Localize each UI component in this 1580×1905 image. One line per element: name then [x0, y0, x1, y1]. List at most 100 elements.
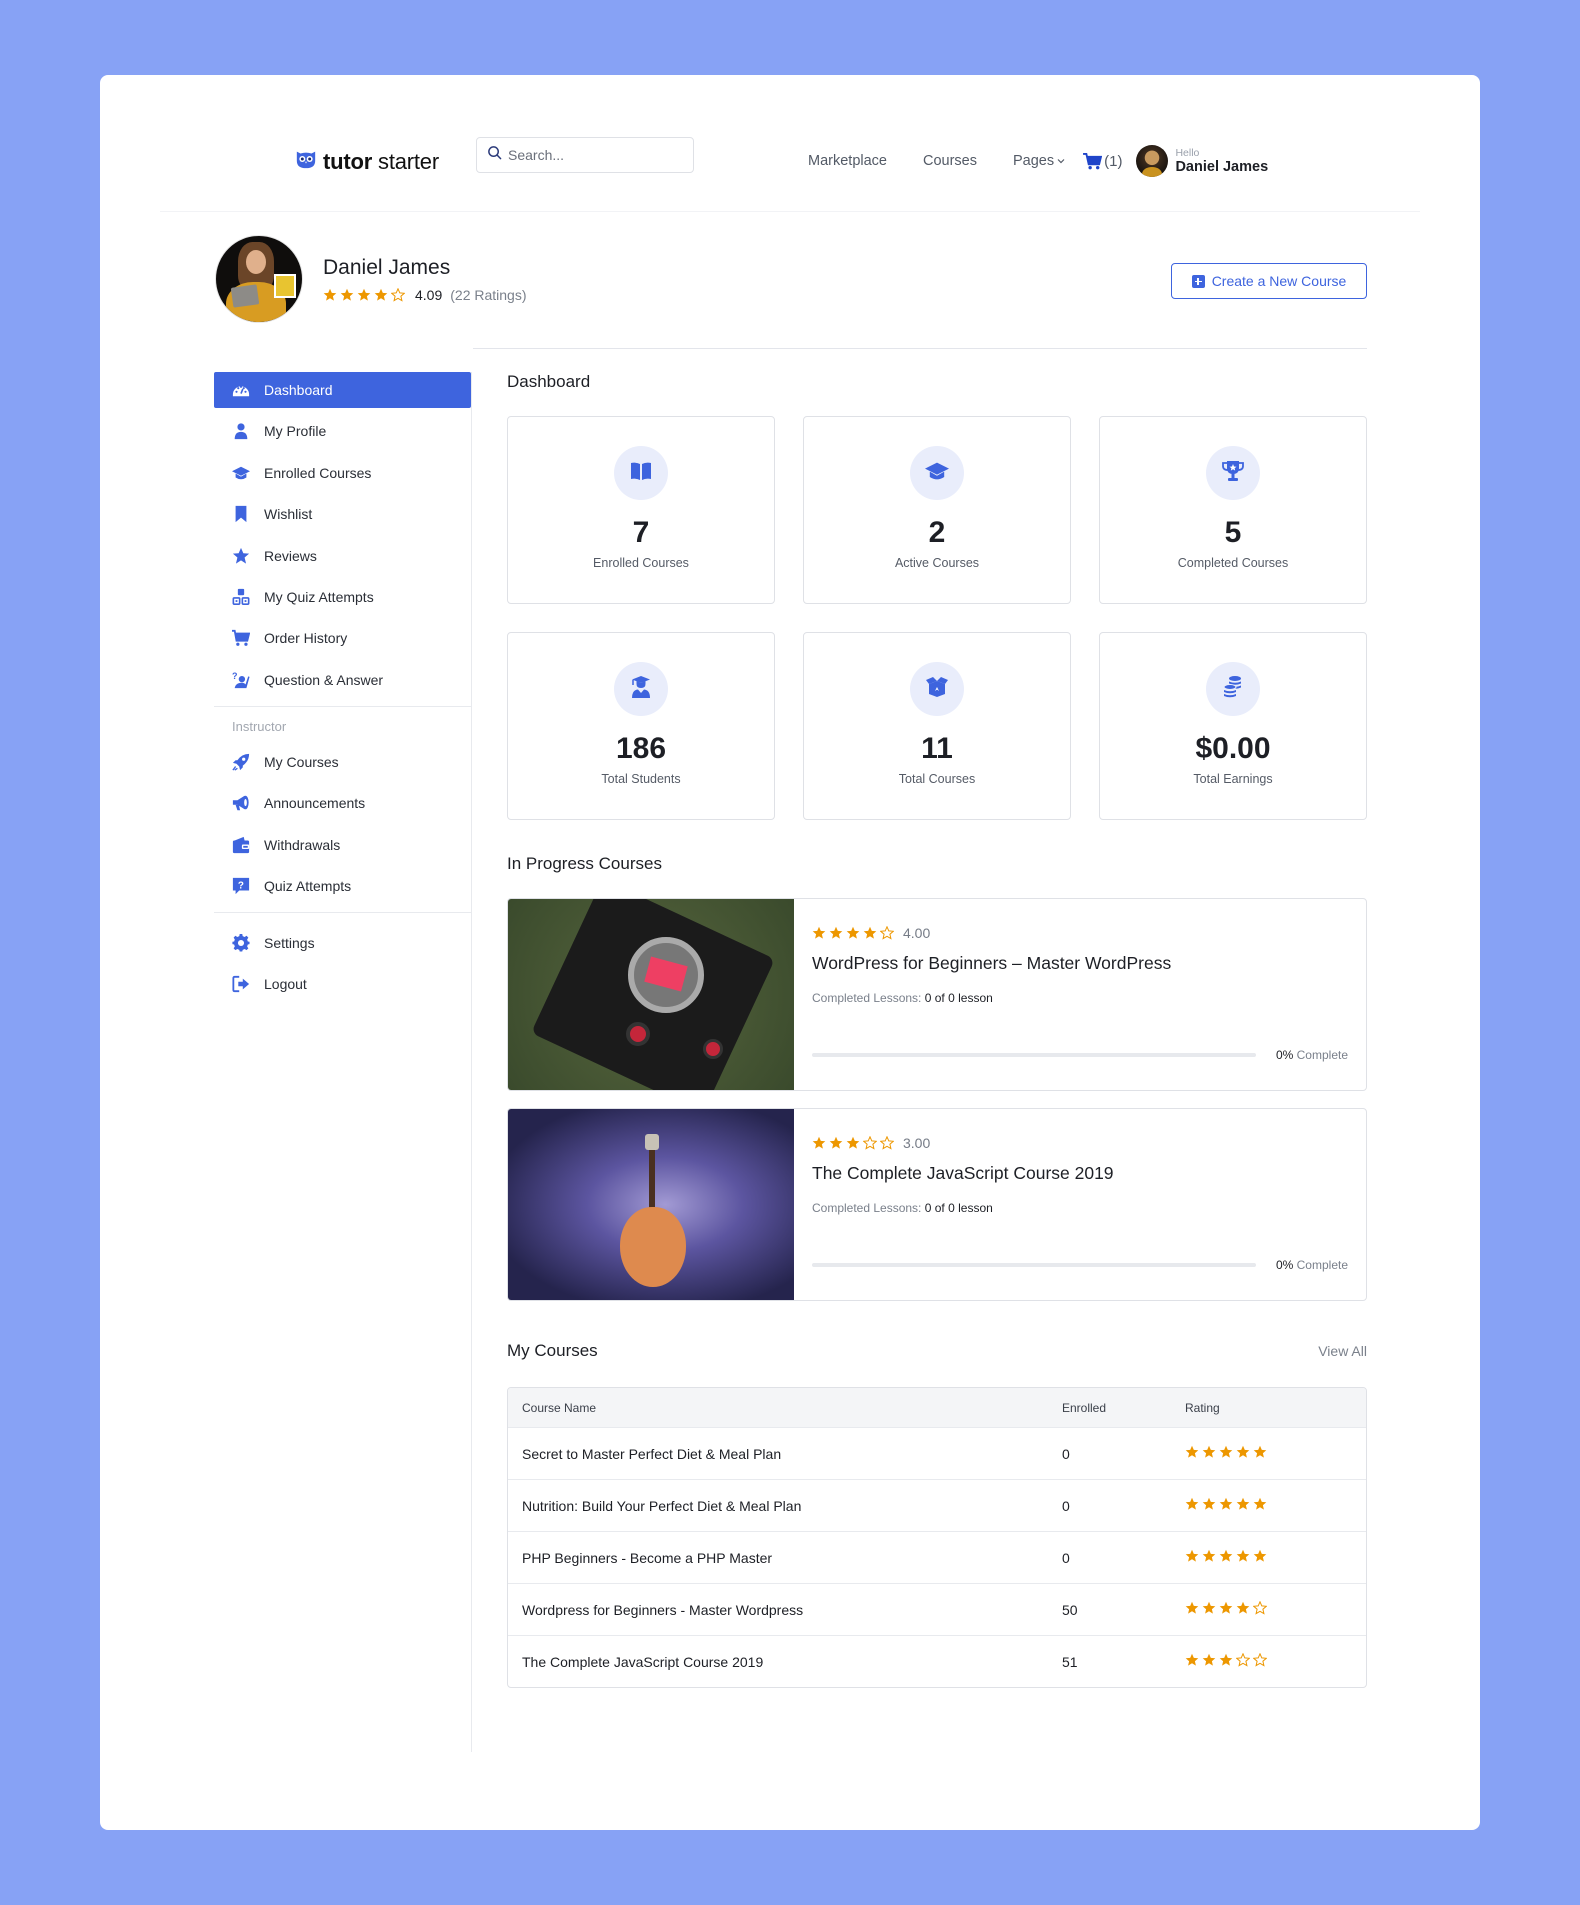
table-row[interactable]: Wordpress for Beginners - Master Wordpre… [508, 1583, 1366, 1635]
enrolled-count: 51 [1062, 1653, 1078, 1670]
sidebar: Dashboard My Profile Enrolled Courses Wi… [214, 372, 472, 1752]
star-filled-icon [1185, 1497, 1199, 1510]
star-filled-icon [1202, 1445, 1216, 1458]
user-name: Daniel James [1175, 158, 1269, 175]
question-box-icon: ? [232, 877, 250, 895]
course-thumbnail[interactable] [508, 1109, 794, 1300]
stats-grid: 7 Enrolled Courses 2 Active Courses 5 Co… [507, 416, 1367, 820]
sidebar-item-wishlist[interactable]: Wishlist [214, 496, 471, 532]
sidebar-item-dashboard[interactable]: Dashboard [214, 372, 471, 408]
sidebar-item-withdrawals[interactable]: Withdrawals [214, 827, 471, 863]
dashboard-title: Dashboard [507, 372, 591, 391]
in-progress-course-card: 4.00 WordPress for Beginners – Master Wo… [507, 898, 1367, 1091]
nav-marketplace[interactable]: Marketplace [808, 153, 887, 169]
nav-courses[interactable]: Courses [923, 153, 977, 169]
sidebar-item-logout[interactable]: Logout [214, 966, 471, 1002]
nav-pages[interactable]: Pages [1013, 153, 1065, 169]
sidebar-item-announcements[interactable]: Announcements [214, 785, 471, 821]
progress-bar [812, 1263, 1256, 1267]
star-filled-icon [340, 288, 354, 301]
course-title[interactable]: WordPress for Beginners – Master WordPre… [812, 953, 1348, 974]
cart-count: (1) [1104, 152, 1123, 170]
avatar [1136, 145, 1169, 177]
course-name[interactable]: PHP Beginners - Become a PHP Master [522, 1550, 1062, 1566]
stat-value: 7 [632, 516, 650, 549]
stat-label: Enrolled Courses [593, 556, 689, 570]
star-empty-icon [863, 1136, 877, 1150]
stat-label: Total Students [601, 772, 681, 786]
star-empty-icon [1253, 1653, 1267, 1667]
stat-label: Total Earnings [1193, 772, 1273, 786]
course-name[interactable]: Nutrition: Build Your Perfect Diet & Mea… [522, 1498, 1062, 1514]
course-name[interactable]: The Complete JavaScript Course 2019 [522, 1654, 1062, 1670]
sidebar-item-enrolled-courses[interactable]: Enrolled Courses [214, 455, 471, 491]
course-rating: 3.00 [812, 1135, 1348, 1151]
star-filled-icon [863, 926, 877, 939]
sidebar-section-instructor: Instructor [232, 718, 287, 734]
star-filled-icon [1185, 1445, 1199, 1458]
main-content: Dashboard 7 Enrolled Courses 2 Active Co… [507, 372, 1367, 1688]
sidebar-item-label: Withdrawals [264, 836, 341, 853]
dashboard-icon [232, 381, 250, 399]
user-menu[interactable]: Hello Daniel James [1136, 145, 1268, 177]
megaphone-icon [232, 794, 250, 812]
sidebar-item-reviews[interactable]: Reviews [214, 538, 471, 574]
enrolled-count: 0 [1062, 1445, 1070, 1462]
question-answer-icon: ? [232, 671, 250, 689]
my-courses-table: Course Name Enrolled Rating Secret to Ma… [507, 1387, 1367, 1688]
table-row[interactable]: PHP Beginners - Become a PHP Master 0 [508, 1531, 1366, 1583]
course-rating-stars [1185, 1653, 1366, 1670]
star-filled-icon [1202, 1653, 1216, 1666]
stat-card: 186 Total Students [507, 632, 775, 820]
rocket-icon [232, 753, 250, 771]
star-empty-icon [1236, 1653, 1250, 1667]
course-thumbnail[interactable] [508, 899, 794, 1090]
create-course-button[interactable]: Create a New Course [1171, 263, 1367, 299]
progress-bar [812, 1053, 1256, 1057]
table-row[interactable]: The Complete JavaScript Course 2019 51 [508, 1635, 1366, 1687]
stat-label: Total Courses [898, 772, 976, 786]
sidebar-item-order-history[interactable]: Order History [214, 620, 471, 656]
page-frame: tutor starter Marketplace Courses Pages … [100, 75, 1480, 1830]
search-input[interactable] [508, 147, 678, 163]
course-name[interactable]: Secret to Master Perfect Diet & Meal Pla… [522, 1446, 1062, 1462]
profile-avatar [215, 235, 303, 323]
sidebar-item-label: Enrolled Courses [264, 464, 372, 481]
cart-icon [1083, 152, 1103, 169]
main-nav: Marketplace Courses Pages (1) Hello Dani… [808, 145, 1268, 177]
cart-button[interactable]: (1) [1083, 152, 1123, 170]
star-filled-icon [829, 1136, 843, 1149]
sidebar-item-my-courses[interactable]: My Courses [214, 744, 471, 780]
star-empty-icon [880, 926, 894, 940]
star-filled-icon [1236, 1445, 1250, 1458]
star-empty-icon [391, 287, 405, 302]
star-filled-icon [1236, 1549, 1250, 1562]
stat-value: 5 [1224, 516, 1242, 549]
sidebar-item-my-quiz-attempts[interactable]: My Quiz Attempts [214, 579, 471, 615]
stat-card: $0.00 Total Earnings [1099, 632, 1367, 820]
table-row[interactable]: Secret to Master Perfect Diet & Meal Pla… [508, 1427, 1366, 1479]
star-filled-icon [829, 926, 843, 939]
star-filled-icon [846, 926, 860, 939]
stat-icon-circle [910, 662, 964, 716]
view-all-link[interactable]: View All [1318, 1343, 1367, 1359]
sidebar-item-question-answer[interactable]: ? Question & Answer [214, 662, 471, 698]
course-name[interactable]: Wordpress for Beginners - Master Wordpre… [522, 1602, 1062, 1618]
logo[interactable]: tutor starter [295, 148, 439, 175]
sidebar-item-quiz-attempts[interactable]: ? Quiz Attempts [214, 868, 471, 904]
sidebar-item-my-profile[interactable]: My Profile [214, 413, 471, 449]
open-book-icon [629, 459, 653, 488]
sidebar-item-label: Order History [264, 630, 348, 647]
enrolled-count: 50 [1062, 1601, 1078, 1618]
star-filled-icon [357, 288, 371, 301]
plus-square-icon [1191, 274, 1205, 288]
search-box[interactable] [476, 137, 694, 173]
stat-icon-circle [910, 446, 964, 500]
sidebar-item-settings[interactable]: Settings [214, 925, 471, 961]
in-progress-title: In Progress Courses [507, 854, 662, 873]
course-title[interactable]: The Complete JavaScript Course 2019 [812, 1163, 1348, 1184]
table-row[interactable]: Nutrition: Build Your Perfect Diet & Mea… [508, 1479, 1366, 1531]
completed-lessons: Completed Lessons: 0 of 0 lesson [812, 1201, 993, 1215]
sidebar-item-label: Wishlist [264, 506, 313, 523]
stat-value: 186 [615, 732, 667, 765]
